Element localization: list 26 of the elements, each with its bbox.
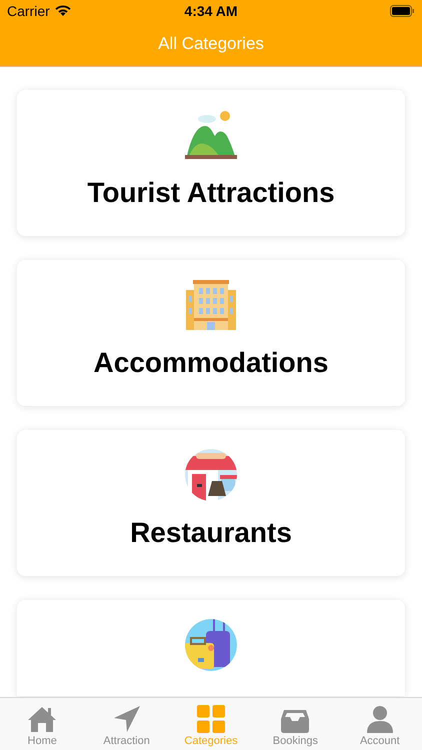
category-card[interactable]: Accommodations bbox=[17, 260, 405, 406]
battery-icon bbox=[390, 5, 414, 17]
home-icon bbox=[27, 705, 58, 733]
category-title: Restaurants bbox=[130, 519, 292, 547]
page-title: All Categories bbox=[158, 33, 264, 56]
navigation-arrow-icon bbox=[112, 705, 141, 733]
suitcase-icon bbox=[184, 618, 238, 672]
tab-item[interactable]: Attraction bbox=[84, 698, 169, 750]
tab-item[interactable]: Account bbox=[338, 698, 422, 750]
wifi-icon bbox=[54, 5, 71, 17]
tray-icon bbox=[281, 709, 310, 733]
tab-item[interactable]: Home bbox=[0, 698, 84, 750]
grid-icon bbox=[197, 705, 226, 733]
category-card[interactable] bbox=[17, 600, 405, 696]
carrier-label: Carrier bbox=[7, 2, 50, 20]
building-icon bbox=[184, 278, 238, 332]
storefront-icon bbox=[184, 448, 238, 502]
category-title: Tourist Attractions bbox=[87, 179, 335, 207]
mountain-icon bbox=[183, 108, 239, 162]
tab-item[interactable]: Bookings bbox=[253, 698, 338, 750]
category-card[interactable]: Restaurants bbox=[17, 430, 405, 576]
tab-item[interactable]: Categories bbox=[168, 698, 254, 750]
person-icon bbox=[366, 705, 393, 733]
status-time: 4:34 AM bbox=[184, 2, 238, 20]
category-card[interactable]: Tourist Attractions bbox=[17, 90, 405, 236]
category-title: Accommodations bbox=[94, 349, 328, 377]
